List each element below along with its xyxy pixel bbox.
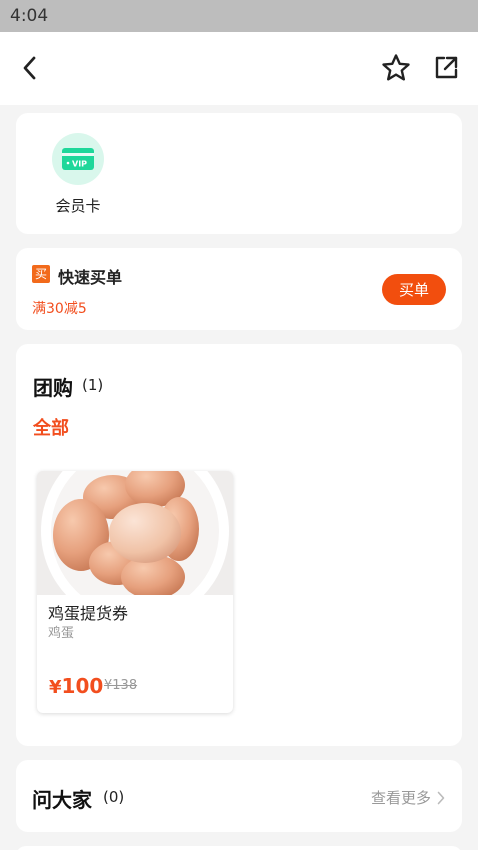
chevron-left-icon (23, 56, 36, 80)
membership-card: VIP 会员卡 (16, 113, 462, 234)
group-buy-card: 团购 (1) 全部 鸡蛋提货券 鸡蛋 ¥100 ¥138 (16, 344, 462, 746)
group-buy-filter-all[interactable]: 全部 (33, 414, 69, 440)
membership-entry[interactable]: VIP 会员卡 (48, 133, 108, 216)
deal-price-value: 100 (61, 674, 104, 698)
quick-pay-title: 快速买单 (58, 268, 123, 287)
membership-label: 会员卡 (55, 197, 101, 215)
deal-subtitle: 鸡蛋 (48, 626, 75, 641)
quick-pay-card: 买 快速买单 满30减5 买单 (16, 248, 462, 330)
next-section-card (16, 846, 462, 850)
quick-pay-discount: 满30减5 (32, 301, 87, 317)
qa-card: 问大家 (0) 查看更多 (16, 760, 462, 832)
qa-count: (0) (103, 788, 125, 806)
deal-item[interactable]: 鸡蛋提货券 鸡蛋 ¥100 ¥138 (37, 471, 233, 713)
deal-image (37, 471, 233, 595)
deal-price-currency: ¥ (49, 677, 62, 698)
group-buy-count: (1) (82, 376, 104, 394)
status-time: 4:04 (10, 6, 49, 26)
star-icon (382, 54, 410, 81)
deal-price: ¥100 (49, 674, 103, 698)
nav-bar (0, 32, 478, 105)
share-button[interactable] (430, 52, 462, 84)
deal-name: 鸡蛋提货券 (48, 604, 129, 623)
vip-icon-text: VIP (72, 160, 87, 169)
quick-pay-tag: 买 (32, 265, 50, 283)
group-buy-title: 团购 (33, 376, 73, 400)
favorite-button[interactable] (380, 52, 412, 84)
pay-button[interactable]: 买单 (382, 274, 446, 305)
chevron-right-icon (437, 791, 445, 804)
vip-card-icon: VIP (62, 148, 94, 170)
back-button[interactable] (14, 52, 46, 84)
egg-bowl-image (37, 471, 233, 595)
deal-original-price: ¥138 (104, 678, 138, 693)
status-bar: 4:04 (0, 0, 478, 32)
vip-icon-circle: VIP (52, 133, 104, 185)
qa-view-more[interactable]: 查看更多 (371, 787, 445, 808)
qa-title: 问大家 (32, 788, 92, 812)
share-icon (435, 56, 458, 79)
qa-view-more-label: 查看更多 (370, 789, 431, 807)
